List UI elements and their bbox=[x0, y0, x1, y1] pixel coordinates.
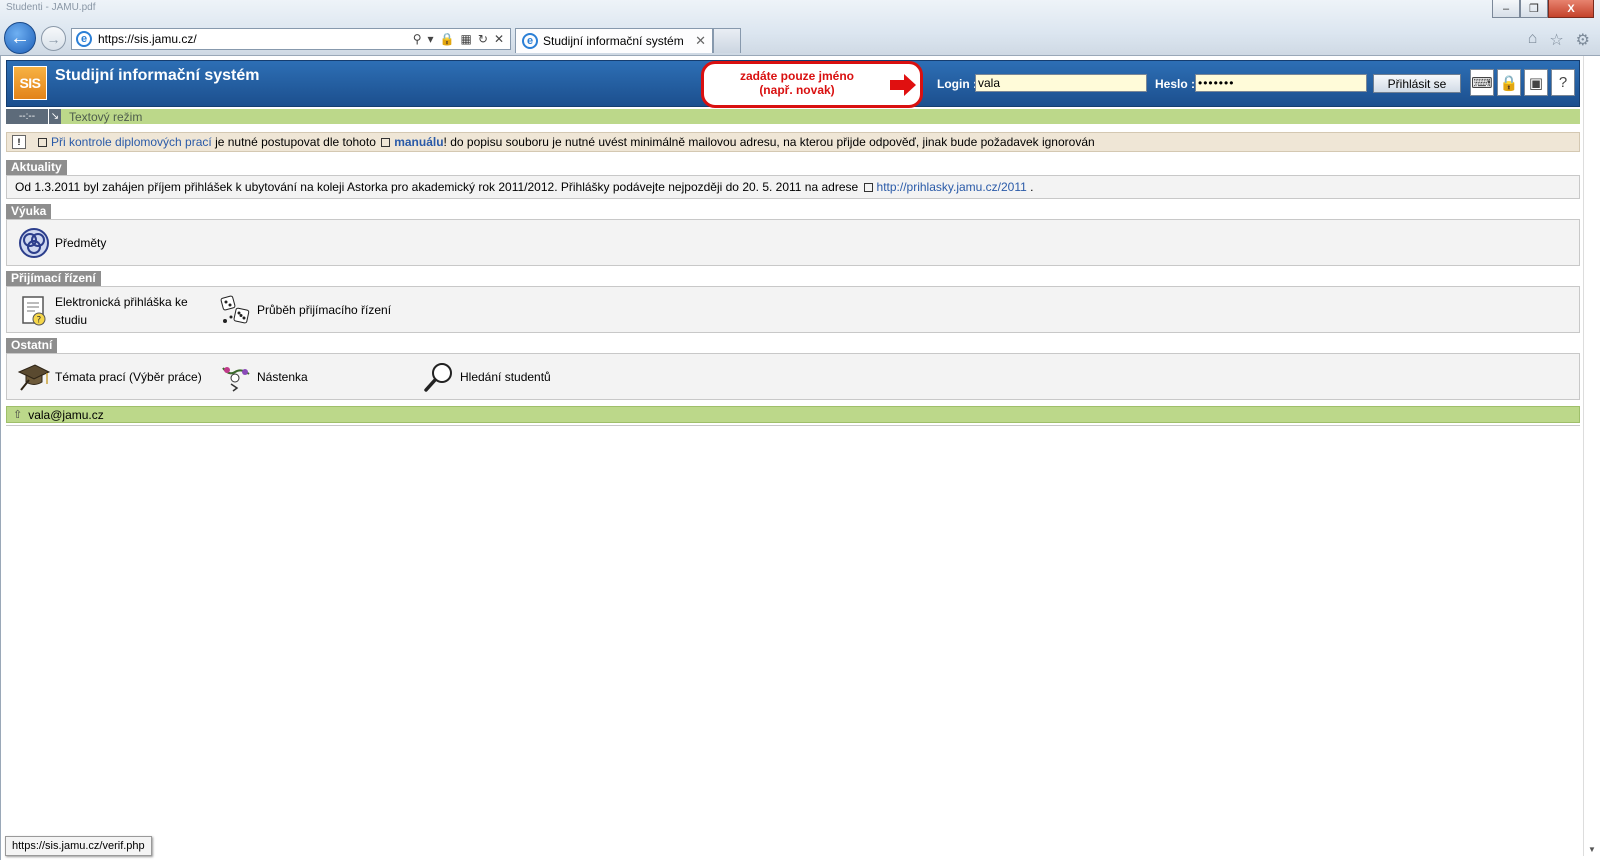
subjects-label[interactable]: Předměty bbox=[55, 234, 106, 252]
text-mode-link[interactable]: Textový režim bbox=[69, 110, 142, 124]
news-box: Od 1.3.2011 byl zahájen příjem přihlášek… bbox=[6, 175, 1580, 199]
e-application-item[interactable]: ? Elektronická přihláška ke studiu bbox=[17, 293, 188, 329]
compatibility-icon[interactable]: ▦ bbox=[461, 32, 472, 46]
admission-progress-item[interactable]: Průběh přijímacího řízení bbox=[219, 293, 391, 327]
admission-box: ? Elektronická přihláška ke studiu Průbě… bbox=[6, 286, 1580, 333]
instruction-callout: zadáte pouze jméno (např. novak) bbox=[701, 61, 923, 108]
password-label: Heslo : bbox=[1155, 77, 1196, 91]
window-controls: – ❐ X bbox=[1492, 0, 1594, 18]
external-link-icon bbox=[863, 183, 873, 192]
stop-icon[interactable]: ✕ bbox=[494, 32, 504, 46]
browser-tools: ⌂ ☆ ⚙ bbox=[1528, 30, 1590, 50]
back-button[interactable]: ← bbox=[4, 22, 36, 54]
browser-chrome: Studenti - JAMU.pdf – ❐ X ← → e https://… bbox=[0, 0, 1600, 56]
notice-bar: ! Při kontrole diplomových prací je nutn… bbox=[6, 132, 1580, 152]
notice-text-2: ! do popisu souboru je nutné uvést minim… bbox=[443, 135, 1095, 149]
status-bar-url: https://sis.jamu.cz/verif.php bbox=[5, 836, 152, 856]
notice-text-1: je nutné postupovat dle tohoto bbox=[211, 135, 380, 149]
news-tail: . bbox=[1026, 180, 1034, 194]
vertical-scrollbar[interactable]: ▼ bbox=[1583, 56, 1600, 856]
window-frame bbox=[0, 56, 1, 860]
svg-text:?: ? bbox=[37, 316, 42, 326]
subjects-icon bbox=[17, 226, 51, 260]
student-search-item[interactable]: Hledání studentů bbox=[422, 360, 551, 394]
external-link-icon bbox=[381, 137, 391, 147]
new-tab-button[interactable] bbox=[713, 28, 741, 53]
teaching-box: Předměty bbox=[6, 219, 1580, 266]
warning-icon: ! bbox=[12, 135, 26, 149]
language-flag-icon[interactable]: ▣ bbox=[1524, 69, 1548, 96]
accommodation-link[interactable]: http://prihlasky.jamu.cz/2011 bbox=[877, 180, 1027, 194]
header-icon-group: ⌨ 🔒 ▣ ? bbox=[1470, 69, 1575, 96]
thesis-topics-item[interactable]: Témata prací (Výběr práce) bbox=[17, 360, 202, 394]
news-message: Od 1.3.2011 byl zahájen příjem přihlášek… bbox=[15, 180, 862, 194]
magnifier-icon bbox=[422, 360, 456, 394]
login-input[interactable] bbox=[975, 74, 1147, 92]
e-application-label-line1: Elektronická přihláška ke bbox=[55, 295, 188, 309]
star-icon[interactable]: ☆ bbox=[1549, 30, 1563, 50]
forward-button[interactable]: → bbox=[41, 26, 66, 51]
admission-progress-icon bbox=[219, 293, 253, 327]
section-label-admission: Přijímací řízení bbox=[6, 271, 101, 286]
admission-progress-label[interactable]: Průběh přijímacího řízení bbox=[257, 301, 391, 319]
subjects-item[interactable]: Předměty bbox=[17, 226, 106, 260]
address-bar[interactable]: e https://sis.jamu.cz/ ⚲ ▾ 🔒 ▦ ↻ ✕ bbox=[71, 28, 511, 50]
gear-icon[interactable]: ⚙ bbox=[1576, 30, 1590, 50]
section-label-news: Aktuality bbox=[6, 160, 67, 175]
sis-logo[interactable]: SIS bbox=[13, 66, 47, 100]
bulletin-board-icon bbox=[219, 360, 253, 394]
home-icon[interactable]: ⇧ bbox=[13, 408, 22, 421]
help-icon[interactable]: ? bbox=[1551, 69, 1575, 96]
thesis-topics-label[interactable]: Témata prací (Výběr práce) bbox=[55, 368, 202, 386]
home-icon[interactable]: ⌂ bbox=[1528, 30, 1538, 50]
password-input[interactable] bbox=[1195, 74, 1367, 92]
application-form-icon: ? bbox=[17, 294, 51, 328]
tab-ie-icon: e bbox=[522, 33, 538, 49]
dropdown-icon[interactable]: ▾ bbox=[428, 32, 434, 46]
lock-icon[interactable]: 🔒 bbox=[1497, 69, 1521, 96]
section-label-other: Ostatní bbox=[6, 338, 58, 353]
right-arrow-icon bbox=[890, 74, 916, 96]
top-green-bar: --:-- ↘ Textový režim bbox=[6, 109, 1580, 124]
collapse-arrow-icon[interactable]: ↘ bbox=[48, 109, 61, 124]
bulletin-board-label[interactable]: Nástenka bbox=[257, 368, 308, 386]
e-application-label[interactable]: Elektronická přihláška ke studiu bbox=[55, 293, 188, 329]
contact-email-link[interactable]: vala@jamu.cz bbox=[28, 408, 104, 422]
manual-link[interactable]: manuálu bbox=[394, 135, 443, 149]
login-button[interactable]: Přihlásit se bbox=[1373, 74, 1461, 93]
graduation-cap-icon bbox=[17, 360, 51, 394]
tab-title: Studijní informační systém bbox=[543, 34, 684, 48]
keyboard-icon[interactable]: ⌨ bbox=[1470, 69, 1494, 96]
student-search-label[interactable]: Hledání studentů bbox=[460, 368, 551, 386]
external-link-icon bbox=[38, 137, 47, 147]
session-timer: --:-- bbox=[6, 109, 48, 124]
footer-divider bbox=[6, 425, 1580, 426]
thesis-check-link[interactable]: Při kontrole diplomových prací bbox=[51, 135, 212, 149]
ie-page-icon: e bbox=[76, 31, 92, 47]
news-text: Od 1.3.2011 byl zahájen příjem přihlášek… bbox=[15, 180, 1033, 194]
callout-line-1: zadáte pouze jméno bbox=[739, 69, 855, 83]
callout-line-2: (např. novak) bbox=[759, 83, 835, 97]
refresh-icon[interactable]: ↻ bbox=[478, 32, 488, 46]
close-tab-icon[interactable]: ✕ bbox=[695, 33, 706, 49]
close-window-button[interactable]: X bbox=[1548, 0, 1594, 18]
address-url[interactable]: https://sis.jamu.cz/ bbox=[98, 32, 413, 46]
scroll-down-icon[interactable]: ▼ bbox=[1588, 845, 1596, 854]
e-application-label-line2: studiu bbox=[55, 313, 88, 327]
restore-button[interactable]: ❐ bbox=[1520, 0, 1548, 18]
back-arrow-icon: ← bbox=[10, 26, 30, 49]
bulletin-board-item[interactable]: Nástenka bbox=[219, 360, 308, 394]
window-title: Studenti - JAMU.pdf bbox=[6, 2, 96, 13]
browser-tab[interactable]: e Studijní informační systém ✕ bbox=[515, 28, 713, 53]
other-box: Témata prací (Výběr práce) Nástenka Hled… bbox=[6, 353, 1580, 400]
footer-bar: ⇧ vala@jamu.cz bbox=[6, 406, 1580, 423]
section-label-teaching: Výuka bbox=[6, 204, 52, 219]
minimize-button[interactable]: – bbox=[1492, 0, 1520, 18]
search-icon[interactable]: ⚲ bbox=[413, 32, 422, 46]
forward-arrow-icon: → bbox=[46, 30, 61, 47]
sis-header: SIS Studijní informační systém zadáte po… bbox=[6, 60, 1580, 108]
lock-icon[interactable]: 🔒 bbox=[440, 32, 455, 46]
login-label: Login : bbox=[937, 77, 977, 91]
page-title: Studijní informační systém bbox=[55, 67, 260, 84]
